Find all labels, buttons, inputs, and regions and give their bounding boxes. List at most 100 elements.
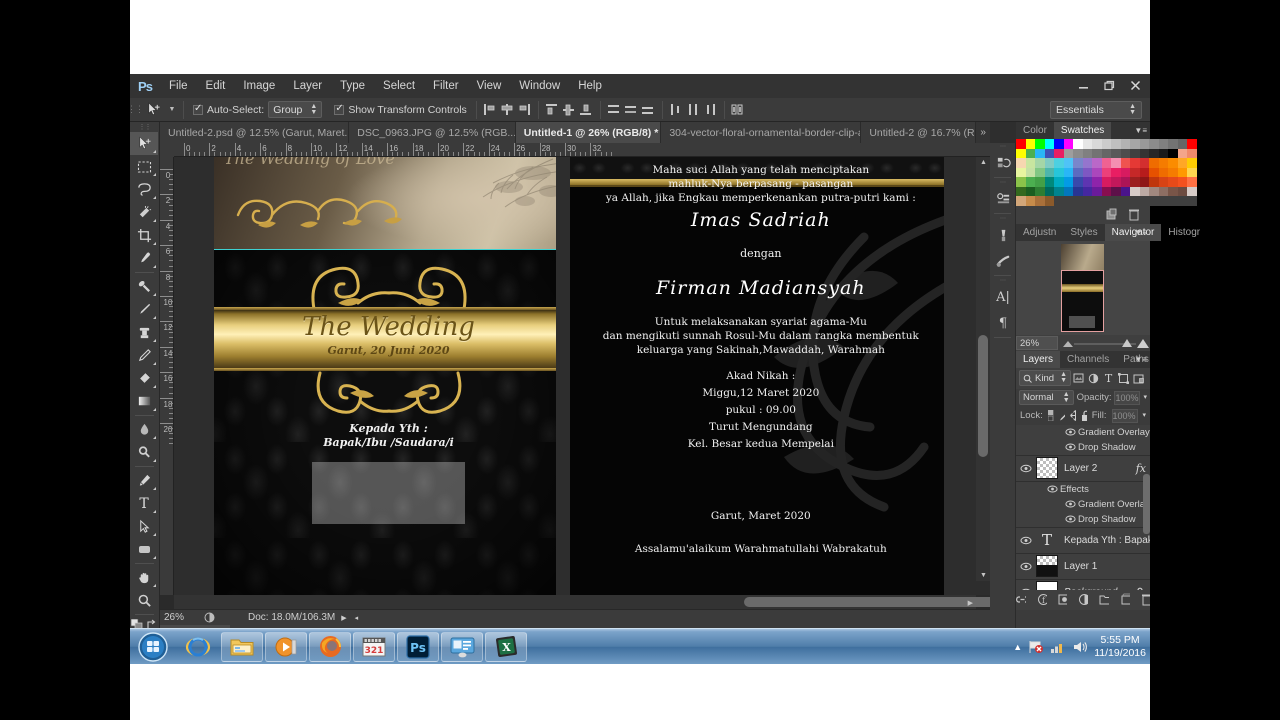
- eye-icon[interactable]: [1016, 536, 1036, 545]
- eraser-tool[interactable]: [130, 367, 158, 390]
- swatch-5-18[interactable]: [1187, 186, 1197, 196]
- add-layer-style-icon[interactable]: f: [1037, 593, 1047, 606]
- table-row[interactable]: Layer 1: [1016, 554, 1150, 580]
- brush-tool[interactable]: [130, 298, 158, 321]
- swatch-1-4[interactable]: [1054, 148, 1064, 158]
- swatch-0-15[interactable]: [1158, 139, 1168, 149]
- swatch-0-7[interactable]: [1082, 139, 1092, 149]
- swatch-0-11[interactable]: [1120, 139, 1130, 149]
- swatch-5-14[interactable]: [1149, 186, 1159, 196]
- filter-smart-objects-icon[interactable]: [1131, 369, 1146, 387]
- layer-name[interactable]: Layer 2: [1064, 463, 1136, 474]
- layer-thumbnail[interactable]: [1036, 555, 1058, 577]
- swatch-3-15[interactable]: [1158, 167, 1168, 177]
- swatch-0-9[interactable]: [1101, 139, 1111, 149]
- swatch-0-14[interactable]: [1149, 139, 1159, 149]
- document-tab-vector-floral-border[interactable]: 304-vector-floral-ornamental-border-clip…: [661, 122, 862, 143]
- swatch-5-10[interactable]: [1111, 186, 1121, 196]
- guest-name-placeholder-box[interactable]: [312, 462, 465, 524]
- swatch-4-9[interactable]: [1101, 177, 1111, 187]
- swatch-2-2[interactable]: [1035, 158, 1045, 168]
- swatch-1-14[interactable]: [1149, 148, 1159, 158]
- menu-file[interactable]: File: [160, 74, 197, 98]
- swatch-3-14[interactable]: [1149, 167, 1159, 177]
- swatch-3-6[interactable]: [1073, 167, 1083, 177]
- menu-help[interactable]: Help: [569, 74, 611, 98]
- navigator-preview[interactable]: [1016, 240, 1150, 335]
- magic-wand-tool[interactable]: [130, 201, 158, 224]
- swatch-2-15[interactable]: [1158, 158, 1168, 168]
- swatch-5-16[interactable]: [1168, 186, 1178, 196]
- swatch-4-7[interactable]: [1082, 177, 1092, 187]
- distribute-vertical-centers-icon[interactable]: [623, 100, 640, 120]
- swatch-4-17[interactable]: [1177, 177, 1187, 187]
- volume-icon[interactable]: [1072, 640, 1088, 654]
- swatch-6-3[interactable]: [1044, 196, 1054, 206]
- align-top-edges-icon[interactable]: [544, 100, 561, 120]
- icon-dock-grip-2[interactable]: ⋯: [990, 179, 1015, 186]
- distribute-left-edges-icon[interactable]: [668, 100, 685, 120]
- swatch-1-0[interactable]: [1016, 148, 1026, 158]
- distribute-top-edges-icon[interactable]: [606, 100, 623, 120]
- swatch-4-0[interactable]: [1016, 177, 1026, 187]
- lock-all-icon[interactable]: [1081, 410, 1087, 421]
- distribute-horizontal-centers-icon[interactable]: [685, 100, 702, 120]
- swatch-5-0[interactable]: [1016, 186, 1026, 196]
- swatch-5-17[interactable]: [1177, 186, 1187, 196]
- swatch-2-1[interactable]: [1025, 158, 1035, 168]
- layer-name[interactable]: Background: [1064, 587, 1135, 590]
- swatch-3-8[interactable]: [1092, 167, 1102, 177]
- media-player-classic-icon[interactable]: 321: [353, 631, 395, 662]
- windows-media-player-icon[interactable]: [265, 631, 307, 662]
- swatch-2-12[interactable]: [1130, 158, 1140, 168]
- properties-icon[interactable]: [990, 186, 1016, 212]
- blur-tool[interactable]: [130, 418, 158, 441]
- vertical-ruler[interactable]: 0 2 4 6 8 10 12 14 16 18 20: [160, 157, 174, 595]
- swatch-4-10[interactable]: [1111, 177, 1121, 187]
- type-tool[interactable]: T: [130, 492, 158, 515]
- scroll-right-icon[interactable]: ▶: [968, 599, 973, 607]
- canvas-horizontal-scrollbar[interactable]: ▶: [174, 595, 1078, 609]
- distribute-right-edges-icon[interactable]: [702, 100, 719, 120]
- swatch-5-2[interactable]: [1035, 186, 1045, 196]
- eye-icon[interactable]: [1016, 588, 1036, 590]
- swatch-1-16[interactable]: [1168, 148, 1178, 158]
- vertical-scroll-thumb[interactable]: [978, 335, 988, 457]
- swatch-4-15[interactable]: [1158, 177, 1168, 187]
- swatch-1-15[interactable]: [1158, 148, 1168, 158]
- canvas-vertical-scrollbar[interactable]: ▲ ▼: [976, 157, 990, 581]
- status-proof-icon[interactable]: [200, 612, 218, 623]
- swatch-2-13[interactable]: [1139, 158, 1149, 168]
- swatch-4-12[interactable]: [1130, 177, 1140, 187]
- swatch-1-11[interactable]: [1120, 148, 1130, 158]
- table-row[interactable]: Background: [1016, 580, 1150, 590]
- swatch-3-4[interactable]: [1054, 167, 1064, 177]
- swatch-1-6[interactable]: [1073, 148, 1083, 158]
- swatch-3-10[interactable]: [1111, 167, 1121, 177]
- opacity-value[interactable]: 100%: [1114, 390, 1141, 405]
- layer-effects-group-row[interactable]: Effects: [1016, 482, 1150, 497]
- swatch-5-8[interactable]: [1092, 186, 1102, 196]
- invitation-right-page[interactable]: Maha suci Allah yang telah menciptakan m…: [570, 157, 944, 595]
- tools-panel-grip[interactable]: ⋮⋮: [130, 122, 159, 132]
- menu-view[interactable]: View: [468, 74, 511, 98]
- panel-menu-icon[interactable]: ▼≡: [1134, 355, 1147, 364]
- history-brush-tool[interactable]: [130, 344, 158, 367]
- action-center-flag-icon[interactable]: [1028, 640, 1044, 654]
- status-menu-icon[interactable]: ▶: [341, 614, 346, 622]
- swatch-4-11[interactable]: [1120, 177, 1130, 187]
- swatch-2-17[interactable]: [1177, 158, 1187, 168]
- swatch-2-7[interactable]: [1082, 158, 1092, 168]
- swatch-3-1[interactable]: [1025, 167, 1035, 177]
- layer-effect-row[interactable]: Gradient Overlay: [1016, 497, 1150, 512]
- brush-icon[interactable]: [990, 222, 1016, 248]
- swatch-5-11[interactable]: [1120, 186, 1130, 196]
- swatch-1-3[interactable]: [1044, 148, 1054, 158]
- scroll-down-icon[interactable]: ▼: [980, 572, 987, 579]
- remote-desktop-icon[interactable]: [441, 631, 483, 662]
- scroll-up-icon[interactable]: ▲: [980, 159, 987, 166]
- align-bottom-edges-icon[interactable]: [578, 100, 595, 120]
- swatch-3-2[interactable]: [1035, 167, 1045, 177]
- canvas-viewport[interactable]: The Wedding of Love The Wedding Garut, 2…: [174, 157, 990, 595]
- swatch-5-4[interactable]: [1054, 186, 1064, 196]
